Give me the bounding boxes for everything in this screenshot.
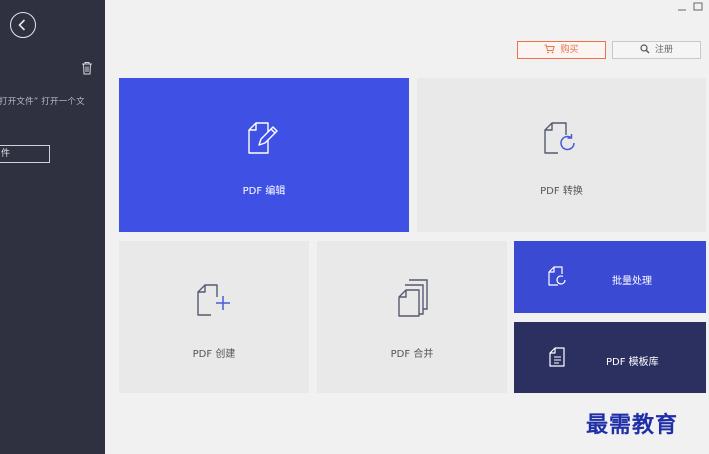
- merge-documents-icon: [398, 279, 428, 317]
- back-button[interactable]: [10, 12, 36, 38]
- template-library-icon: [549, 347, 565, 367]
- convert-document-icon: [544, 122, 575, 154]
- edit-document-icon: [248, 122, 278, 154]
- tile-pdf-edit[interactable]: PDF 编辑: [119, 78, 409, 232]
- chevron-left-icon: [18, 19, 26, 31]
- tile-pdf-merge[interactable]: PDF 合并: [317, 241, 507, 393]
- tile-batch-process-label: 批量处理: [612, 276, 652, 287]
- tile-pdf-create-label: PDF 创建: [192, 349, 236, 360]
- trash-icon[interactable]: [81, 61, 93, 75]
- tile-pdf-templates-label: PDF 模板库: [606, 357, 659, 368]
- search-icon: [640, 43, 650, 53]
- tile-batch-process[interactable]: 批量处理: [514, 241, 706, 313]
- maximize-icon[interactable]: [692, 1, 704, 13]
- minimize-icon[interactable]: [676, 1, 688, 13]
- sidebar: 打开文件” 打开一个文 件: [0, 0, 105, 454]
- batch-process-icon: [548, 266, 566, 286]
- tile-pdf-edit-label: PDF 编辑: [242, 186, 286, 197]
- register-button[interactable]: 注册: [612, 41, 701, 59]
- tile-pdf-templates[interactable]: PDF 模板库: [514, 322, 706, 393]
- open-file-button[interactable]: 件: [0, 145, 50, 163]
- cart-icon: [544, 44, 556, 53]
- buy-button[interactable]: 购买: [517, 41, 606, 59]
- sidebar-hint-text: 打开文件” 打开一个文: [0, 97, 85, 107]
- tile-pdf-convert-label: PDF 转换: [540, 186, 583, 197]
- tile-pdf-convert[interactable]: PDF 转换: [417, 78, 706, 232]
- register-label: 注册: [654, 45, 673, 55]
- buy-label: 购买: [560, 45, 579, 55]
- tile-pdf-create[interactable]: PDF 创建: [119, 241, 309, 393]
- tile-pdf-merge-label: PDF 合并: [390, 349, 434, 360]
- watermark: 最需教育: [586, 412, 679, 438]
- create-document-icon: [197, 284, 230, 316]
